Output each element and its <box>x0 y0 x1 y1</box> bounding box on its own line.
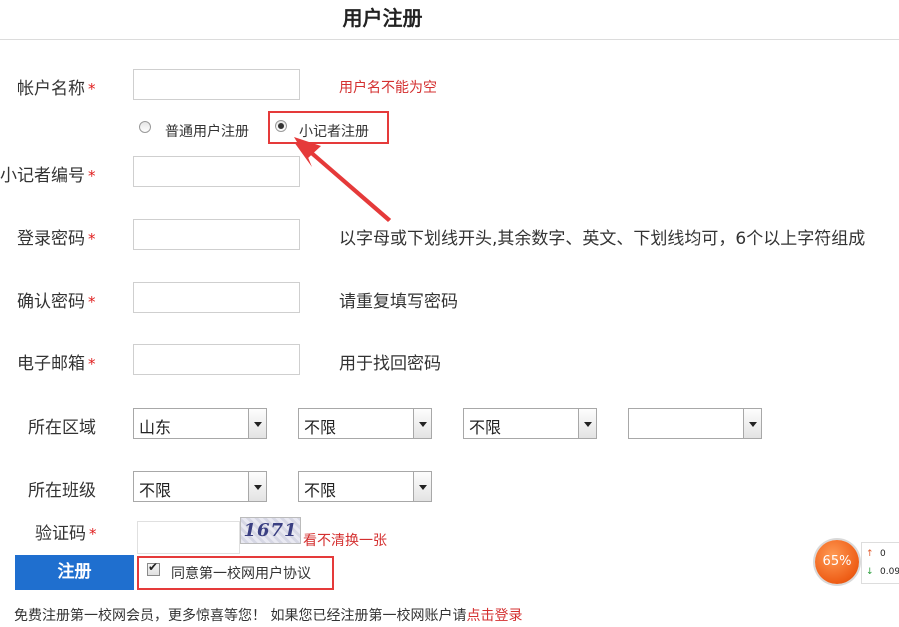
password-input[interactable] <box>133 219 300 250</box>
region-district-select[interactable]: 不限 <box>463 408 597 439</box>
speed-widget[interactable]: 65% ↑ 0 ↓ 0.09 <box>813 538 899 588</box>
password-label: 登录密码 * <box>17 229 96 249</box>
captcha-label: 验证码 * <box>35 524 97 544</box>
register-button[interactable]: 注册 <box>15 555 134 590</box>
region-city-select[interactable]: 不限 <box>298 408 432 439</box>
username-label: 帐户名称 * <box>17 79 96 99</box>
email-hint: 用于找回密码 <box>339 354 441 374</box>
download-value: 0.09 <box>880 567 899 577</box>
captcha-image[interactable]: 1671 <box>240 517 301 544</box>
confirm-password-label: 确认密码 * <box>17 292 96 312</box>
confirm-password-input[interactable] <box>133 282 300 313</box>
class-class-select[interactable]: 不限 <box>298 471 432 502</box>
gauge-icon[interactable]: 65% <box>815 540 859 584</box>
chevron-down-icon[interactable] <box>413 409 431 438</box>
captcha-refresh-link[interactable]: 看不清换一张 <box>303 530 387 550</box>
arrow-up-icon: ↑ <box>866 549 874 559</box>
email-input[interactable] <box>133 344 300 375</box>
arrow-down-icon: ↓ <box>866 567 874 577</box>
chevron-down-icon[interactable] <box>578 409 596 438</box>
captcha-input[interactable] <box>137 521 240 554</box>
radio-normal-user[interactable] <box>139 121 151 133</box>
class-label: 所在班级 <box>28 481 96 501</box>
login-link[interactable]: 点击登录 <box>466 608 522 624</box>
footer-text: 免费注册第一校网会员，更多惊喜等您！ 如果您已经注册第一校网账户请点击登录 <box>14 608 523 624</box>
region-school-select[interactable] <box>628 408 762 439</box>
email-label: 电子邮箱 * <box>17 354 96 374</box>
agreement-highlight-box <box>137 556 334 590</box>
chevron-down-icon[interactable] <box>743 409 761 438</box>
username-input[interactable] <box>133 69 300 100</box>
password-hint: 以字母或下划线开头,其余数字、英文、下划线均可，6个以上字符组成 <box>339 229 866 249</box>
radio-normal-user-label[interactable]: 普通用户注册 <box>165 121 249 141</box>
chevron-down-icon[interactable] <box>248 472 266 501</box>
region-label: 所在区域 <box>28 418 96 438</box>
page-title: 用户注册 <box>342 6 423 30</box>
chevron-down-icon[interactable] <box>413 472 431 501</box>
class-grade-select[interactable]: 不限 <box>133 471 267 502</box>
reporter-no-label: 小记者编号 * <box>0 166 96 186</box>
speed-panel: ↑ 0 ↓ 0.09 <box>861 542 899 584</box>
title-divider <box>0 39 899 40</box>
upload-value: 0 <box>880 549 886 559</box>
reporter-no-input[interactable] <box>133 156 300 187</box>
chevron-down-icon[interactable] <box>248 409 266 438</box>
region-province-select[interactable]: 山东 <box>133 408 267 439</box>
username-error: 用户名不能为空 <box>339 80 437 96</box>
annotation-arrow-icon <box>294 137 391 222</box>
confirm-password-hint: 请重复填写密码 <box>339 292 458 312</box>
